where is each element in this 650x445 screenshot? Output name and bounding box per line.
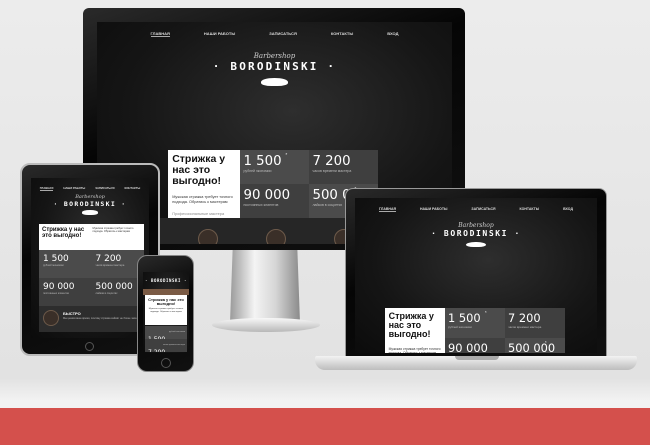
stat-tile: 90 000постоянных клиентов	[39, 278, 92, 306]
phone-home-button[interactable]	[161, 358, 171, 368]
promo-text: Мужская стрижка требует точного подхода.…	[388, 346, 441, 354]
promo-text: Мужская стрижка требует точного подхода.…	[92, 227, 134, 234]
monitor-stand-base	[212, 318, 320, 332]
laptop: ГЛАВНАЯ НАШИ РАБОТЫ ЗАПИСАТЬСЯ КОНТАКТЫ ВХОД…	[345, 188, 607, 358]
nav-item[interactable]: КОНТАКТЫ	[125, 186, 141, 191]
stat-value: 500 000	[95, 282, 133, 292]
stat-label: рублей экономии	[243, 168, 272, 173]
promo-link[interactable]: Профессиональные мастера	[172, 212, 236, 217]
nav-item[interactable]: НАШИ РАБОТЫ	[63, 186, 85, 191]
brand-logo: · BORODINSKI ·	[212, 60, 337, 73]
mustache-icon	[261, 77, 288, 86]
stat-label: часов времени мастера	[312, 168, 352, 173]
stat-tile: 1 500рублей экономии	[39, 250, 92, 278]
stat-value: 90 000	[43, 282, 75, 292]
stat-value: 90 000	[448, 341, 488, 353]
promo-card: Стрижка у нас это выгодно! Мужская стрижк…	[39, 224, 144, 250]
promo-card: Стрижка у нас это выгодно! Мужская стрижк…	[168, 150, 240, 218]
stat-tile: 500 000*лайков в соцсетях	[505, 338, 565, 353]
feature-icon	[43, 310, 59, 326]
stat-value: 7 200	[312, 153, 351, 169]
stat-tile: 1 500 * рублей экономии	[445, 308, 505, 338]
stat-value: 500 000	[508, 341, 556, 353]
promo-card: Стрижка у нас это выгодно! Мужская стрижк…	[385, 308, 445, 353]
nav-item[interactable]: НАШИ РАБОТЫ	[204, 31, 235, 37]
promo-headline: Стрижка у нас это выгодно!	[388, 310, 434, 340]
nav-item[interactable]: НАШИ РАБОТЫ	[420, 207, 447, 212]
mustache-icon	[82, 210, 98, 215]
stat-value: 7 200	[148, 349, 165, 352]
brand-logo: · BORODINSKI ·	[53, 200, 127, 208]
stat-label: часов времени мастера	[95, 264, 125, 267]
main-nav: ГЛАВНАЯ НАШИ РАБОТЫ ЗАПИСАТЬСЯ КОНТАКТЫ ВХОД	[355, 207, 597, 212]
stat-label: лайков в соцсетях	[95, 292, 118, 295]
nav-item[interactable]: ВХОД	[387, 31, 398, 37]
stat-label: рублей экономии	[169, 331, 185, 333]
nav-item[interactable]: КОНТАКТЫ	[331, 31, 353, 37]
stat-label: рублей экономии	[43, 264, 64, 267]
brand-script: Barbershop	[253, 52, 296, 60]
feature-title: БЫСТРО	[63, 311, 81, 316]
stat-tile: 7 200 часов времени мастера	[145, 339, 187, 352]
stat-tile: 90 000постоянных клиентов	[445, 338, 505, 353]
phone: · BORODINSKI · Стрижка у нас это выгодно!…	[137, 255, 194, 372]
brand-script: Barbershop	[458, 222, 494, 229]
stat-value: 7 200	[95, 254, 122, 264]
stat-sup: *	[485, 310, 487, 316]
stat-tile: 1 500 * рублей экономии	[240, 150, 309, 184]
footer-band	[0, 408, 650, 445]
promo-text: Мужская стрижка требует точного подхода.…	[148, 308, 184, 314]
main-nav: ГЛАВНАЯ НАШИ РАБОТЫ ЗАПИСАТЬСЯ КОНТАКТЫ ВХОД	[97, 31, 452, 37]
stat-value: 1 500	[43, 254, 69, 264]
stat-value: 90 000	[243, 187, 291, 203]
laptop-notch	[455, 356, 499, 360]
stat-tile: 7 200часов времени мастера	[309, 150, 378, 184]
stat-tile: 1 500рублей экономии	[145, 326, 187, 339]
stat-label: постоянных клиентов	[243, 202, 279, 207]
nav-item[interactable]: ЗАПИСАТЬСЯ	[471, 207, 495, 212]
brand-logo: · BORODINSKI ·	[431, 229, 521, 238]
stat-value: 1 500	[243, 153, 282, 169]
tablet-screen: ГЛАВНАЯ НАШИ РАБОТЫ ЗАПИСАТЬСЯ КОНТАКТЫ Barb…	[31, 178, 149, 338]
nav-item[interactable]: ГЛАВНАЯ	[379, 207, 396, 212]
nav-item[interactable]: ГЛАВНАЯ	[150, 31, 170, 37]
stat-value: 1 500	[448, 311, 481, 325]
promo-headline: Стрижка у нас это выгодно!	[172, 153, 226, 188]
stat-label: постоянных клиентов	[43, 292, 69, 295]
stat-sup: *	[545, 340, 547, 346]
promo-headline: Стрижка у нас это выгодно!	[148, 297, 184, 307]
stat-value: 7 200	[508, 311, 541, 325]
nav-item[interactable]: ЗАПИСАТЬСЯ	[95, 186, 114, 191]
stat-label: рублей экономии	[448, 325, 472, 329]
main-nav: ГЛАВНАЯ НАШИ РАБОТЫ ЗАПИСАТЬСЯ КОНТАКТЫ	[31, 186, 149, 191]
monitor-stand	[230, 245, 300, 323]
nav-item[interactable]: КОНТАКТЫ	[520, 207, 540, 212]
brand-logo: · BORODINSKI ·	[144, 278, 188, 283]
stat-label: часов времени мастера	[508, 325, 542, 329]
mustache-icon	[466, 241, 486, 248]
nav-item[interactable]: ЗАПИСАТЬСЯ	[269, 31, 297, 37]
promo-card: Стрижка у нас это выгодно! Мужская стрижк…	[145, 295, 187, 325]
nav-item[interactable]: ВХОД	[563, 207, 573, 212]
stat-tile: 90 000постоянных клиентов	[240, 184, 309, 218]
feature-section: БЫСТРО Мы ценим ваше время, поэтому стриж…	[39, 306, 144, 332]
promo-text: Мужская стрижка требует точного подхода.…	[172, 194, 233, 204]
feature-text: Мы ценим ваше время, поэтому стрижка зай…	[63, 317, 137, 320]
stat-sup: *	[285, 152, 288, 158]
nav-item[interactable]: ГЛАВНАЯ	[39, 186, 54, 191]
feature-icon	[266, 229, 286, 244]
phone-screen: · BORODINSKI · Стрижка у нас это выгодно!…	[143, 272, 189, 353]
stat-label: часов времени мастера	[162, 344, 185, 346]
feature-icon	[198, 229, 218, 244]
promo-headline: Стрижка у нас это выгодно!	[42, 227, 85, 240]
stat-tile: 7 200часов времени мастера	[505, 308, 565, 338]
tablet-home-button[interactable]	[85, 342, 94, 351]
laptop-screen: ГЛАВНАЯ НАШИ РАБОТЫ ЗАПИСАТЬСЯ КОНТАКТЫ ВХОД…	[355, 198, 597, 353]
